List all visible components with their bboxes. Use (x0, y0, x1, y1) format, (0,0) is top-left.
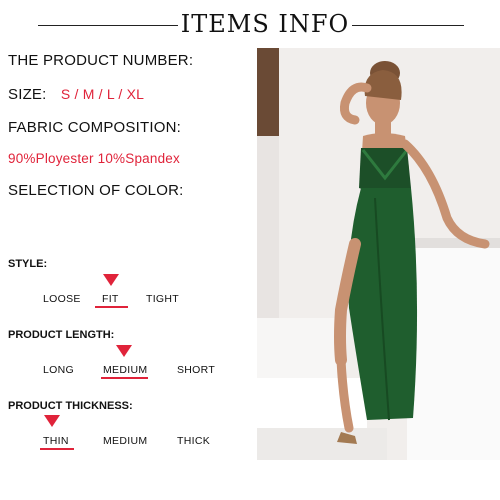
header: ITEMS INFO (0, 0, 500, 52)
fabric-label: FABRIC COMPOSITION: (8, 119, 181, 136)
size-row: SIZE: S / M / L / XL (8, 86, 144, 103)
thickness-option-thick[interactable]: THICK (177, 435, 210, 447)
length-selected-marker-icon (116, 345, 132, 357)
thickness-option-thin[interactable]: THIN (43, 435, 69, 447)
style-option-fit[interactable]: FIT (102, 293, 119, 305)
product-number-label: THE PRODUCT NUMBER: (8, 52, 194, 69)
size-label: SIZE: (8, 86, 47, 103)
length-selected-underline (101, 377, 148, 379)
style-option-tight[interactable]: TIGHT (146, 293, 179, 305)
thickness-label: PRODUCT THICKNESS: (8, 400, 133, 412)
model-illustration (257, 48, 500, 460)
thickness-selected-marker-icon (44, 415, 60, 427)
model-photo (257, 48, 500, 460)
size-values: S / M / L / XL (60, 86, 145, 102)
thickness-option-medium[interactable]: MEDIUM (103, 435, 147, 447)
length-option-short[interactable]: SHORT (177, 364, 215, 376)
fabric-value: 90%Ployester 10%Spandex (8, 151, 180, 166)
length-option-long[interactable]: LONG (43, 364, 74, 376)
header-divider-left (38, 25, 178, 26)
length-label: PRODUCT LENGTH: (8, 329, 115, 341)
header-divider-right (352, 25, 464, 26)
style-selected-underline (95, 306, 128, 308)
thickness-selected-underline (40, 448, 74, 450)
page-title: ITEMS INFO (180, 10, 350, 38)
color-label: SELECTION OF COLOR: (8, 182, 184, 199)
style-selected-marker-icon (103, 274, 119, 286)
style-label: STYLE: (8, 258, 48, 270)
length-option-medium[interactable]: MEDIUM (103, 364, 147, 376)
style-option-loose[interactable]: LOOSE (43, 293, 81, 305)
